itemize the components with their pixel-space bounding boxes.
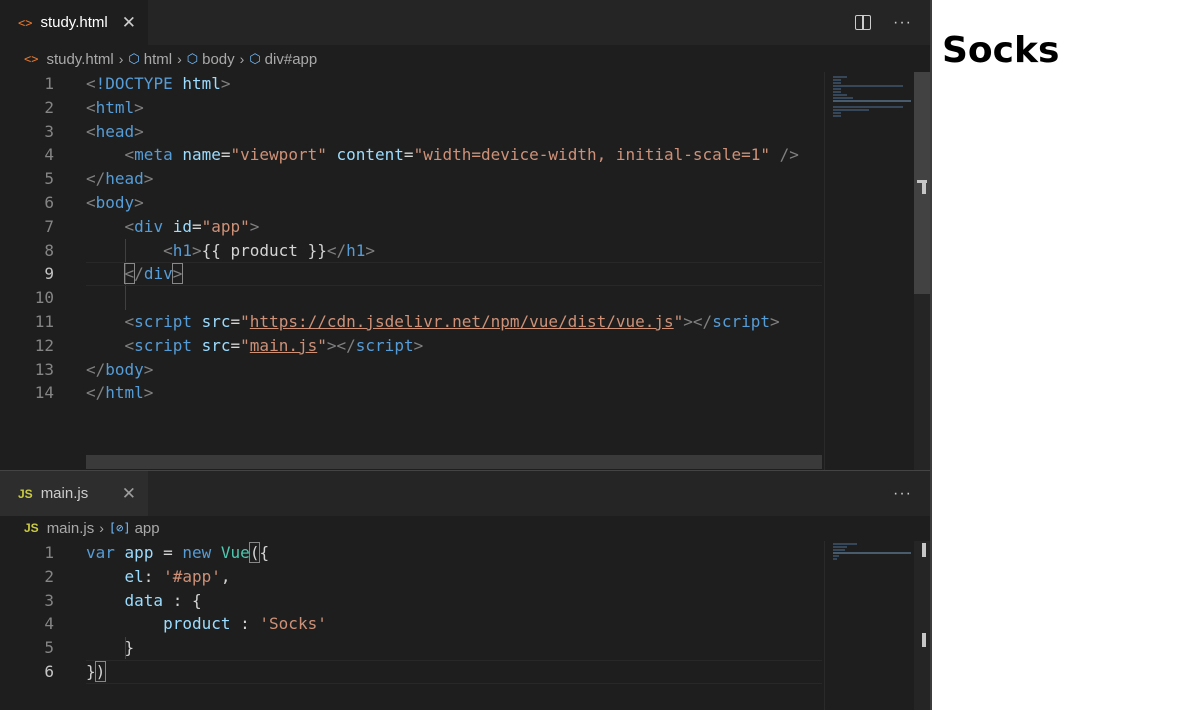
tab-bar: <> study.html ✕ ··· [0, 0, 930, 45]
code-editor: <> study.html ✕ ··· <> study.html › ⬡ ht… [0, 0, 930, 710]
code-line: 2 <html> [44, 97, 144, 117]
js-file-icon: JS [18, 486, 33, 501]
close-icon[interactable]: ✕ [122, 13, 136, 33]
cursor-marker [922, 633, 926, 647]
code-line: 1 <!DOCTYPE html> [44, 74, 231, 93]
chevron-right-icon: › [177, 51, 182, 67]
code-line-current: 9 </div> [44, 263, 184, 285]
code-lines[interactable]: 1 var app = new Vue({ 2 el: '#app', 3 dat… [0, 541, 822, 684]
html-file-icon: <> [24, 52, 39, 66]
breadcrumb-item-app[interactable]: [⊘] app [109, 520, 160, 537]
breadcrumb-item-html[interactable]: ⬡ html [128, 51, 172, 68]
close-icon[interactable]: ✕ [122, 484, 136, 504]
variable-icon: [⊘] [108, 521, 131, 535]
more-actions-icon[interactable]: ··· [893, 485, 912, 503]
code-line: 3 <head> [44, 121, 144, 141]
code-line: 12 <script src="main.js"></script> [34, 335, 424, 355]
chevron-right-icon: › [118, 51, 124, 67]
element-icon: ⬡ [186, 51, 199, 66]
tab-study-html[interactable]: <> study.html ✕ [0, 0, 148, 45]
breadcrumb-item-file[interactable]: JS main.js [24, 520, 94, 537]
code-line-current: 6}) [44, 660, 107, 682]
code-line: 8 <h1>{{ product }}</h1> [44, 240, 376, 260]
minimap[interactable] [824, 72, 912, 470]
tab-label: main.js [40, 485, 89, 502]
editor-pane-study-html[interactable]: <> study.html ✕ ··· <> study.html › ⬡ ht… [0, 0, 930, 470]
breadcrumb-item-div-app[interactable]: ⬡ div#app [249, 51, 317, 68]
code-line: 14 </html> [34, 383, 154, 403]
breadcrumb-item-body[interactable]: ⬡ body [187, 51, 235, 68]
code-line: 5 </head> [44, 169, 154, 189]
element-icon: ⬡ [128, 51, 140, 66]
editor-actions: ··· [855, 0, 912, 45]
code-line: 11 <script src="https://cdn.jsdelivr.net… [34, 311, 780, 331]
live-preview-panel: Socks [930, 0, 1189, 710]
editor-actions: ··· [893, 471, 912, 516]
horizontal-scrollbar[interactable] [86, 455, 822, 469]
code-line: 10 [34, 288, 54, 308]
vertical-scrollbar[interactable] [914, 541, 930, 710]
js-file-icon: JS [24, 521, 39, 535]
breadcrumb: JS main.js › [⊘] app [24, 515, 160, 541]
element-icon: ⬡ [249, 51, 261, 66]
code-line: 7 <div id="app"> [44, 216, 260, 236]
tab-bar: JS main.js ✕ ··· [0, 471, 930, 516]
code-line: 6 <body> [44, 192, 144, 212]
editor-pane-main-js[interactable]: JS main.js ✕ ··· JS main.js › [⊘] app 1v… [0, 471, 930, 710]
more-actions-icon[interactable]: ··· [893, 14, 912, 32]
code-line: 2 el: '#app', [44, 566, 231, 586]
breadcrumb-item-file[interactable]: <> study.html [24, 51, 114, 68]
breadcrumb: <> study.html › ⬡ html › ⬡ body › ⬡ div#… [24, 46, 317, 72]
preview-heading: Socks [942, 30, 1060, 71]
html-file-icon: <> [18, 15, 33, 30]
chevron-right-icon: › [99, 520, 104, 536]
code-line: 4 product : 'Socks' [44, 614, 327, 634]
code-line: 1 var app = new Vue({ [44, 542, 270, 563]
chevron-right-icon: › [239, 51, 245, 67]
minimap[interactable] [824, 541, 912, 710]
vertical-scrollbar[interactable] [914, 72, 930, 470]
cursor-marker [922, 180, 926, 194]
code-lines[interactable]: 1 <!DOCTYPE html> 2 <html> 3 <head> 4 <meta… [0, 72, 822, 405]
tab-main-js[interactable]: JS main.js ✕ [0, 471, 148, 516]
code-line: 5 } [44, 638, 135, 658]
code-line: 13 </body> [34, 359, 154, 379]
tab-label: study.html [40, 14, 108, 31]
cursor-marker [922, 543, 926, 557]
code-line: 3 data : { [44, 590, 202, 610]
split-editor-icon[interactable] [855, 15, 872, 30]
code-line: 4 <meta name="viewport" content="width=d… [44, 145, 799, 165]
